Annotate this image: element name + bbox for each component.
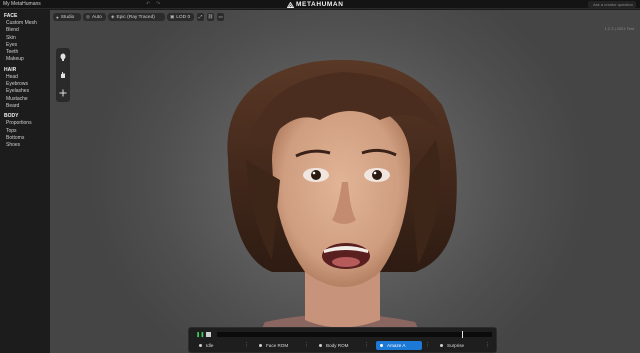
sidebar-item-mustache[interactable]: Mustache [0, 96, 50, 103]
clip-menu-icon[interactable]: ⋮ [364, 341, 369, 350]
clip-label: Face ROM [266, 343, 289, 348]
head-focus-icon[interactable] [59, 53, 67, 61]
clip-icon [259, 344, 262, 347]
clip-menu-icon[interactable]: ⋮ [244, 341, 249, 350]
quality-label: Epic (Ray Traced) [116, 14, 155, 20]
sidebar-section-body: BODY [4, 113, 19, 120]
metahuman-logo: METAHUMAN [287, 0, 344, 9]
clip-face-rom[interactable]: Face ROM [255, 341, 301, 350]
sidebar-item-tops[interactable]: Tops [0, 128, 50, 135]
version-label: 1.2.3 | 2021 Test [604, 26, 634, 31]
sidebar-item-beard[interactable]: Beard [0, 103, 50, 110]
pause-icon[interactable]: ❚❚ [196, 332, 204, 338]
clip-menu-icon[interactable]: ⋮ [485, 341, 490, 350]
sidebar-item-proportions[interactable]: Proportions [0, 120, 50, 127]
timeline-playhead[interactable] [461, 331, 463, 338]
lod-label: LOD 0 [176, 14, 191, 20]
sidebar-section-hair: HAIR [4, 66, 17, 73]
studio-lighting-dropdown[interactable]: ● Studio [53, 13, 81, 21]
clip-label: Idle [206, 343, 214, 348]
assistant-placeholder: Ask a creator question [593, 2, 633, 7]
sidebar-item-teeth[interactable]: Teeth [0, 49, 50, 56]
animation-panel: ❚❚ Idle ⋮ Face ROM ⋮ Body ROM ⋮ Amaze A … [188, 327, 497, 353]
clip-surprise[interactable]: Surprise [436, 341, 482, 350]
clip-icon [380, 344, 383, 347]
gallery-icon[interactable]: ▭ [217, 13, 224, 21]
sidebar-item-blend[interactable]: Blend [0, 27, 50, 34]
sidebar-item-bottoms[interactable]: Bottoms [0, 135, 50, 142]
metahuman-logo-icon [287, 1, 294, 8]
auto-label: Auto [91, 14, 102, 20]
metahuman-character-render [227, 59, 457, 353]
sidebar-item-head[interactable]: Head [0, 74, 50, 81]
studio-label: Studio [60, 14, 75, 20]
clip-label: Amaze A [387, 343, 406, 348]
clip-idle[interactable]: Idle [195, 341, 241, 350]
top-bar: My MetaHumans ↶ ↷ METAHUMAN Ask a creato… [0, 0, 640, 9]
sidebar: FACE Custom Mesh Blend Skin Eyes Teeth M… [0, 10, 50, 353]
bulb-icon: ● [56, 14, 59, 20]
sidebar-item-makeup[interactable]: Makeup [0, 56, 50, 63]
sidebar-section-face: FACE [4, 13, 18, 19]
undo-icon[interactable]: ↶ [146, 1, 150, 8]
auto-camera-dropdown[interactable]: ◎ Auto [83, 13, 106, 21]
lod-dropdown[interactable]: ▣ LOD 0 [167, 13, 194, 21]
sidebar-item-eyes[interactable]: Eyes [0, 42, 50, 49]
link-icon[interactable]: ⛓ [207, 13, 214, 21]
sidebar-item-eyelashes[interactable]: Eyelashes [0, 88, 50, 95]
clip-label: Body ROM [326, 343, 349, 348]
viewport-tool-strip [56, 48, 70, 102]
redo-icon[interactable]: ↷ [156, 1, 160, 8]
brand-title: METAHUMAN [296, 1, 344, 8]
wireframe-icon[interactable]: ⤢ [197, 13, 204, 21]
lod-icon: ▣ [170, 14, 175, 19]
breadcrumb-my-metahumans[interactable]: My MetaHumans [3, 1, 41, 8]
clip-icon [440, 344, 443, 347]
sidebar-item-skin[interactable]: Skin [0, 35, 50, 42]
clip-icon [199, 344, 202, 347]
clip-label: Surprise [447, 343, 465, 348]
animation-timeline[interactable] [217, 331, 492, 338]
quality-dropdown[interactable]: ◈ Epic (Ray Traced) [108, 13, 165, 21]
stop-icon[interactable] [206, 332, 211, 337]
clip-body-rom[interactable]: Body ROM [315, 341, 361, 350]
sidebar-item-shoes[interactable]: Shoes [0, 142, 50, 149]
assistant-input[interactable]: Ask a creator question [588, 1, 636, 8]
sidebar-item-custom-mesh[interactable]: Custom Mesh [0, 20, 50, 27]
clip-icon [319, 344, 322, 347]
clip-menu-icon[interactable]: ⋮ [304, 341, 309, 350]
quality-icon: ◈ [111, 14, 115, 19]
hand-move-icon[interactable] [59, 71, 67, 79]
clip-menu-icon[interactable]: ⋮ [425, 341, 430, 350]
character-viewport[interactable]: ● Studio ◎ Auto ◈ Epic (Ray Traced) ▣ LO… [50, 10, 640, 353]
sidebar-item-eyebrows[interactable]: Eyebrows [0, 81, 50, 88]
translate-cross-icon[interactable] [59, 89, 67, 97]
camera-icon: ◎ [86, 14, 90, 19]
clip-amaze-a[interactable]: Amaze A [376, 341, 422, 350]
